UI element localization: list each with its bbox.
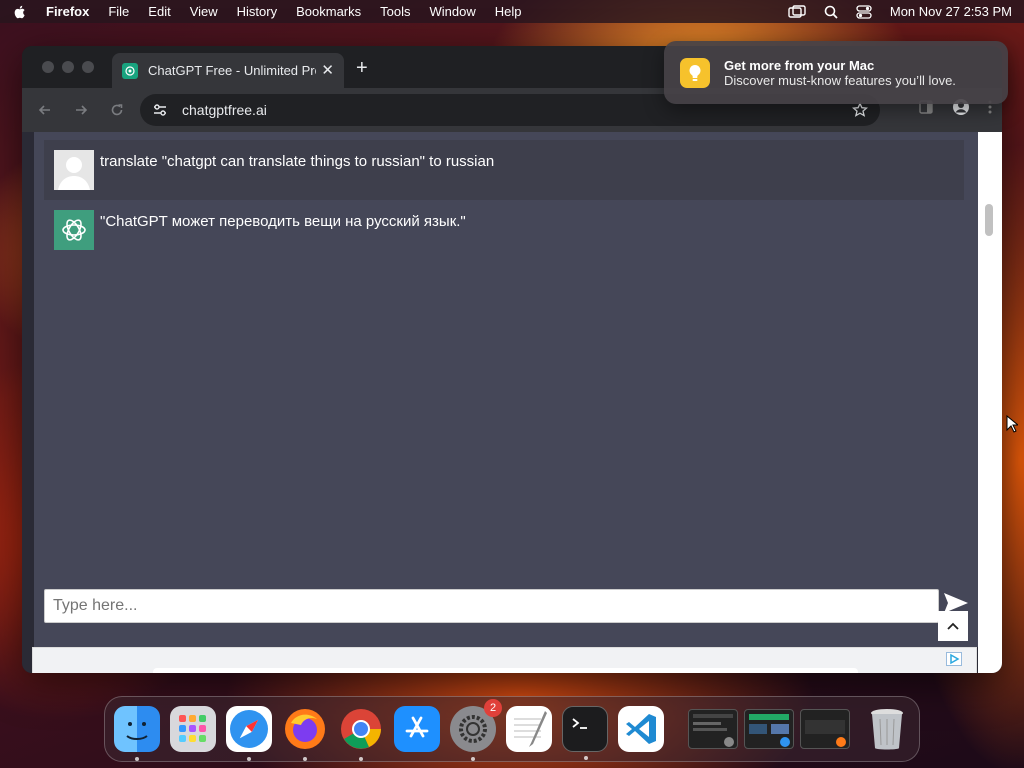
- dock-textedit[interactable]: [506, 706, 552, 752]
- dock: 2: [104, 696, 920, 762]
- ad-content: [153, 668, 858, 673]
- dock-finder[interactable]: [114, 706, 160, 761]
- ad-banner[interactable]: [32, 647, 977, 673]
- bot-message: "ChatGPT может переводить вещи на русски…: [44, 200, 974, 260]
- zoom-window-button[interactable]: [82, 61, 94, 73]
- user-message-text: translate "chatgpt can translate things …: [100, 153, 495, 170]
- message-input[interactable]: Type here...: [44, 589, 939, 623]
- page-scrollbar[interactable]: [978, 132, 1002, 673]
- spotlight-search-icon[interactable]: [824, 5, 838, 19]
- menu-tools[interactable]: Tools: [380, 4, 410, 19]
- close-window-button[interactable]: [42, 61, 54, 73]
- running-indicator: [303, 757, 307, 761]
- bot-avatar: [54, 210, 94, 250]
- tips-lightbulb-icon: [680, 57, 710, 88]
- menu-help[interactable]: Help: [495, 4, 522, 19]
- bot-message-text: "ChatGPT может переводить вещи на русски…: [100, 213, 466, 230]
- forward-button[interactable]: [68, 97, 94, 123]
- menu-app-name[interactable]: Firefox: [46, 4, 89, 19]
- message-input-placeholder: Type here...: [53, 597, 138, 614]
- running-indicator: [584, 756, 588, 760]
- notification-title: Get more from your Mac: [724, 57, 875, 73]
- running-indicator: [135, 757, 139, 761]
- menu-bar: Firefox File Edit View History Bookmarks…: [0, 0, 1024, 23]
- dock-minimized-window-3[interactable]: [800, 709, 850, 749]
- chat-area: translate "chatgpt can translate things …: [34, 132, 979, 647]
- trash-icon: [871, 709, 903, 750]
- menu-view[interactable]: View: [190, 4, 218, 19]
- window-thumbnail-icon: [693, 714, 734, 747]
- user-message: translate "chatgpt can translate things …: [44, 140, 964, 200]
- running-indicator: [471, 757, 475, 761]
- openai-logo-icon: [62, 219, 86, 241]
- dock-firefox[interactable]: [282, 706, 328, 761]
- dock-system-settings[interactable]: 2: [450, 699, 502, 761]
- window-thumbnail-icon: [749, 714, 790, 747]
- control-center-icon[interactable]: [856, 4, 872, 19]
- menu-window[interactable]: Window: [430, 4, 476, 19]
- dock-minimized-window-1[interactable]: [688, 709, 738, 749]
- notification-body: Discover must-know features you’ll love.: [724, 72, 956, 88]
- bookmark-star-icon[interactable]: [852, 102, 868, 118]
- running-indicator: [359, 757, 363, 761]
- firefox-icon: [285, 709, 325, 749]
- launchpad-icon: [179, 715, 206, 742]
- notification-badge: 2: [484, 699, 502, 717]
- vscode-icon: [626, 714, 656, 744]
- user-avatar: [54, 150, 94, 190]
- scroll-to-top-button[interactable]: [938, 611, 968, 641]
- ad-choices-icon[interactable]: [946, 652, 962, 666]
- finder-icon: [126, 722, 148, 740]
- browser-window: ChatGPT Free - Unlimited Pro ✕ + chatgpt…: [22, 46, 1002, 673]
- menu-file[interactable]: File: [108, 4, 129, 19]
- apple-icon[interactable]: [12, 4, 28, 20]
- textedit-icon: [514, 711, 547, 747]
- tab-close-icon[interactable]: ✕: [321, 63, 334, 78]
- chatgpt-favicon-icon: [122, 62, 138, 79]
- dock-safari[interactable]: [226, 706, 272, 761]
- terminal-icon: [572, 718, 587, 729]
- menu-edit[interactable]: Edit: [148, 4, 170, 19]
- dock-terminal[interactable]: [562, 706, 608, 760]
- user-silhouette-icon: [58, 157, 90, 190]
- notification-banner[interactable]: Get more from your Mac Discover must-kno…: [664, 41, 1008, 104]
- mouse-cursor-icon: [1006, 415, 1018, 433]
- running-indicator: [247, 757, 251, 761]
- dock-minimized-window-2[interactable]: [744, 709, 794, 749]
- page-content: translate "chatgpt can translate things …: [22, 132, 1002, 673]
- tab-title: ChatGPT Free - Unlimited Pro: [148, 63, 316, 78]
- menu-history[interactable]: History: [237, 4, 277, 19]
- screen-mirroring-icon[interactable]: [788, 4, 806, 19]
- arrow-left-icon: [38, 105, 50, 115]
- url-text[interactable]: chatgptfree.ai: [182, 102, 267, 118]
- new-tab-button[interactable]: +: [356, 58, 368, 78]
- safari-compass-icon: [230, 710, 268, 748]
- window-thumbnail-icon: [805, 720, 846, 747]
- tab-chatgpt[interactable]: ChatGPT Free - Unlimited Pro ✕: [112, 53, 344, 88]
- minimize-window-button[interactable]: [62, 61, 74, 73]
- arrow-right-icon: [76, 105, 88, 115]
- gear-icon: [459, 715, 487, 743]
- site-info-icon[interactable]: [152, 103, 168, 117]
- app-store-icon: [405, 716, 429, 738]
- menu-bookmarks[interactable]: Bookmarks: [296, 4, 361, 19]
- scrollbar-thumb[interactable]: [985, 204, 993, 236]
- dock-app-store[interactable]: [394, 706, 440, 752]
- menu-clock[interactable]: Mon Nov 27 2:53 PM: [890, 4, 1012, 19]
- dock-trash[interactable]: [864, 706, 910, 752]
- dock-vscode[interactable]: [618, 706, 664, 752]
- dock-chrome[interactable]: [338, 706, 384, 761]
- back-button[interactable]: [32, 97, 58, 123]
- window-controls: [42, 61, 94, 73]
- reload-icon: [111, 104, 123, 116]
- reload-button[interactable]: [104, 97, 130, 123]
- dock-launchpad[interactable]: [170, 706, 216, 752]
- chevron-up-icon: [947, 622, 959, 630]
- chrome-icon: [341, 709, 381, 749]
